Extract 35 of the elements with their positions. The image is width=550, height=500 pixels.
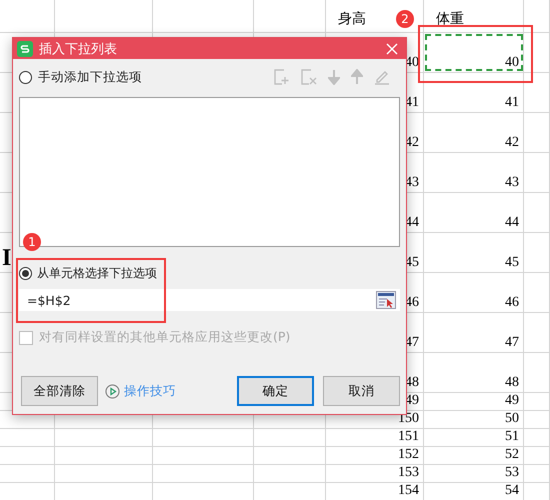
table-cell[interactable]: 48	[424, 353, 524, 392]
ok-button[interactable]: 确定	[237, 376, 314, 406]
table-cell: 152	[398, 447, 419, 463]
table-cell[interactable]: 51	[424, 429, 524, 446]
column-header: 体重	[436, 10, 464, 28]
radio-option[interactable]: 手动添加下拉选项	[19, 68, 142, 86]
table-cell[interactable]: 44	[424, 193, 524, 232]
play-icon	[105, 384, 120, 398]
options-list[interactable]	[19, 97, 400, 247]
table-cell[interactable]: 49	[424, 393, 524, 410]
table-cell[interactable]: 40	[424, 33, 524, 72]
table-cell[interactable]: 42	[424, 113, 524, 152]
logo-icon	[17, 40, 33, 56]
column-header: 身高	[338, 10, 366, 28]
table-cell: 153	[398, 465, 419, 481]
clear-all-button[interactable]: 全部清除	[21, 376, 98, 406]
cancel-button[interactable]: 取消	[323, 376, 400, 406]
table-cell[interactable]: 43	[424, 153, 524, 192]
close-icon[interactable]	[386, 42, 398, 54]
table-cell[interactable]: 52	[424, 447, 524, 464]
table-cell[interactable]: 45	[424, 233, 524, 272]
table-cell: I	[2, 245, 12, 272]
table-cell: 151	[398, 429, 419, 445]
table-cell: 154	[398, 483, 419, 499]
window-title: 插入下拉列表	[39, 40, 118, 58]
table-cell[interactable]: 41	[424, 73, 524, 112]
table-cell[interactable]: 53	[424, 465, 524, 482]
table-cell[interactable]: 47	[424, 313, 524, 352]
table-cell[interactable]: 50	[424, 411, 524, 428]
range-select-icon[interactable]	[376, 291, 396, 309]
step-badge: 2	[396, 10, 414, 28]
radio-option[interactable]: 从单元格选择下拉选项	[19, 265, 400, 281]
input-field[interactable]: =$H$2	[19, 289, 400, 311]
table-cell[interactable]: 54	[424, 483, 524, 500]
table-cell[interactable]: 46	[424, 273, 524, 312]
